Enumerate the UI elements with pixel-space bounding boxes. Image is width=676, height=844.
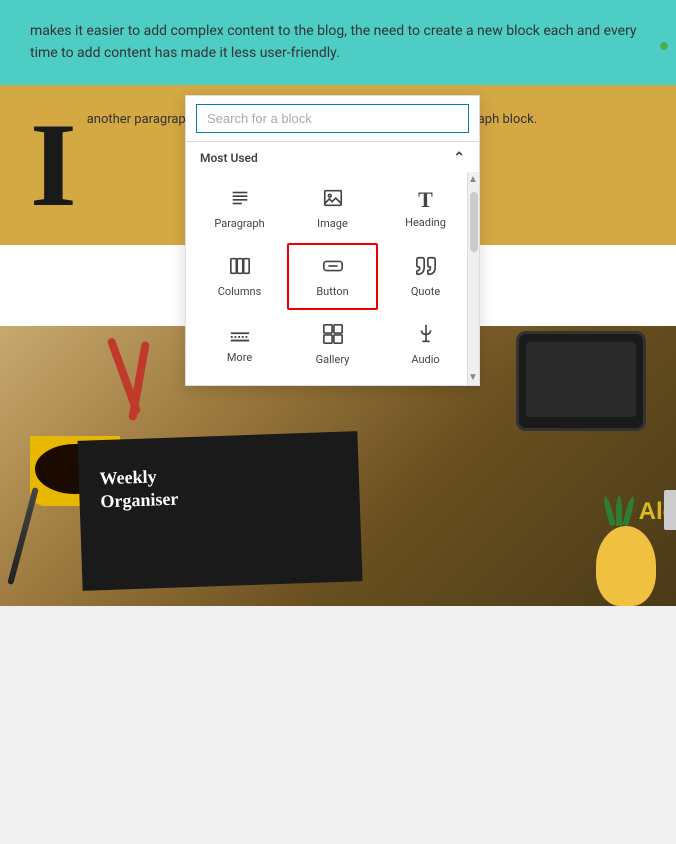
scroll-thumb [470,192,478,252]
tablet-decor [516,331,646,431]
quote-icon [415,255,437,280]
more-icon [229,326,251,346]
block-label-gallery: Gallery [316,353,350,366]
block-picker-search-area [186,96,479,142]
audio-icon [417,323,435,348]
block-label-columns: Columns [218,285,262,298]
notebook-text: Weekly Organiser [99,464,179,513]
drop-cap-letter: I [30,105,77,225]
block-search-input[interactable] [196,104,469,133]
pineapple-body [596,526,656,606]
gallery-icon [322,323,344,348]
dot-indicator [660,42,668,50]
block-picker-dropdown: Most Used ⌃ [185,95,480,386]
weekly-label: Weekly [99,464,178,490]
block-item-paragraph[interactable]: Paragraph [194,176,285,241]
block-label-quote: Quote [411,285,440,298]
button-block-icon [322,255,344,280]
block-item-heading[interactable]: T Heading [380,176,471,241]
scroll-indicator: ▲ ▼ [467,172,479,385]
block-label-audio: Audio [411,353,439,366]
organiser-label: Organiser [100,488,179,514]
most-used-label: Most Used [200,151,258,165]
block-label-more: More [227,351,252,364]
paragraph-icon [229,187,251,212]
block-item-columns[interactable]: Columns [194,243,285,310]
notebook-decor: Weekly Organiser [80,436,656,596]
most-used-header: Most Used ⌃ [186,142,479,172]
block-item-audio[interactable]: Audio [380,312,471,377]
leaf-3 [622,496,636,527]
top-paragraph: makes it easier to add complex content t… [30,20,646,65]
leaf-1 [602,496,616,527]
pen-decor [7,487,39,585]
leaf-2 [616,496,622,526]
block-grid: Paragraph Image [186,172,479,385]
columns-icon [229,255,251,280]
block-label-image: Image [317,217,348,230]
image-icon [322,187,344,212]
block-item-quote[interactable]: Quote [380,243,471,310]
top-text-block: makes it easier to add complex content t… [0,0,676,85]
block-label-paragraph: Paragraph [214,217,264,230]
scroll-down-arrow[interactable]: ▼ [468,372,478,383]
page-wrapper: makes it easier to add complex content t… [0,0,676,606]
collapse-icon[interactable]: ⌃ [453,150,465,166]
block-grid-scroll[interactable]: Paragraph Image [186,172,479,385]
tablet-screen [526,342,636,417]
block-item-button[interactable]: Button [287,243,378,310]
block-item-more[interactable]: More [194,312,285,377]
block-label-heading: Heading [405,216,446,229]
block-item-image[interactable]: Image [287,176,378,241]
block-item-gallery[interactable]: Gallery [287,312,378,377]
side-handle[interactable] [664,490,676,530]
scroll-up-arrow[interactable]: ▲ [468,174,478,185]
heading-icon: T [418,189,433,211]
block-label-button: Button [316,285,348,298]
